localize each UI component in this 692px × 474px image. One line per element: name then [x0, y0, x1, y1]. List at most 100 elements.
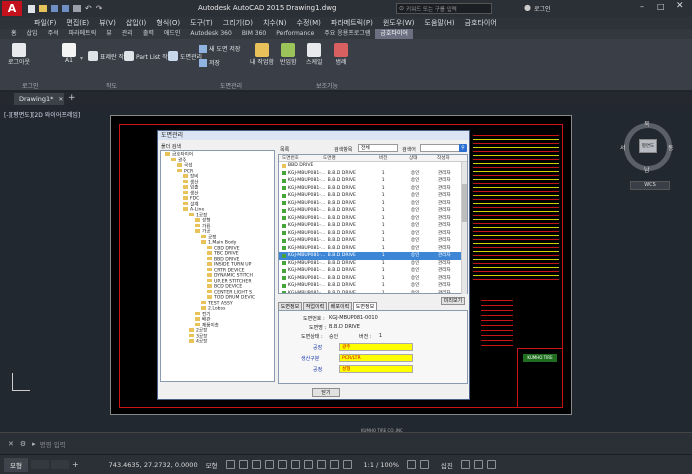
search-input[interactable]: 키워드 또는 구를 입력 — [406, 5, 457, 13]
table-row[interactable]: KGJ-MBUP081-... B.B.D DRIVE 1 승인 관리자 — [279, 252, 467, 260]
drawing-manager-button[interactable]: 도면관리 — [168, 51, 202, 61]
menu-parametric[interactable]: 파라메트릭(P) — [331, 18, 373, 28]
osnap-icon[interactable] — [277, 460, 287, 469]
table-row[interactable]: KGJ-MBUP081-... B.B.D DRIVE 1 승인 관리자 — [279, 260, 467, 268]
saveas-icon[interactable] — [62, 5, 69, 12]
lineweight-icon[interactable] — [303, 460, 313, 469]
table-row[interactable]: KGJ-MBUP081-... B.B.D DRIVE 1 승인 관리자 — [279, 222, 467, 230]
menu-tools[interactable]: 도구(T) — [190, 18, 213, 28]
save-button[interactable]: 저장 — [199, 58, 220, 67]
minimize-icon[interactable]: – — [640, 2, 644, 11]
logout-button[interactable]: 로그아웃 — [8, 43, 30, 66]
tab-view[interactable]: 뷰 — [101, 29, 117, 39]
tree-item[interactable]: 4공장 — [165, 339, 274, 345]
polar-icon[interactable] — [264, 460, 274, 469]
table-row[interactable]: KGJ-MBUP081-... B.B.D DRIVE 1 승인 관리자 — [279, 207, 467, 215]
viewcube-south[interactable]: 남 — [644, 165, 650, 174]
tab-kumho[interactable]: 금호타이어 — [375, 29, 413, 39]
table-row[interactable]: KGJ-MBUP081-... B.B.D DRIVE 1 승인 관리자 — [279, 282, 467, 290]
save-icon[interactable] — [51, 5, 58, 12]
menu-insert[interactable]: 삽입(I) — [126, 18, 146, 28]
table-row[interactable]: KGJ-MBUP081-... B.B.D DRIVE 1 승인 관리자 — [279, 200, 467, 208]
search-box[interactable]: ⊙ 키워드 또는 구를 입력 — [396, 3, 492, 14]
menu-kumho[interactable]: 금호타이어 — [465, 18, 497, 28]
units-label[interactable]: 십진 — [441, 460, 453, 470]
table-row[interactable]: KGJ-MBUP081-... B.B.D DRIVE 1 승인 관리자 — [279, 245, 467, 253]
tab-bim360[interactable]: BIM 360 — [237, 29, 271, 39]
workspace-icon[interactable] — [406, 460, 416, 469]
list-scroll-thumb[interactable] — [462, 184, 467, 222]
preview-button[interactable]: 미리보기 — [441, 297, 465, 305]
wrench-icon[interactable]: ⚙ — [20, 440, 26, 448]
layout-tab-layout1[interactable] — [30, 460, 49, 469]
table-row[interactable]: KGJ-MBUP081-... B.B.D DRIVE 1 승인 관리자 — [279, 275, 467, 283]
annotation-scale[interactable]: 1:1 / 100% — [364, 461, 399, 469]
close-icon[interactable]: ✕ — [58, 96, 63, 103]
table-row[interactable]: KGJ-MBUP081-... B.B.D DRIVE 1 승인 관리자 — [279, 215, 467, 223]
viewcube-face[interactable]: 평면도 — [639, 139, 657, 153]
viewcube-north[interactable]: 북 — [644, 119, 650, 128]
maximize-icon[interactable]: □ — [657, 2, 665, 11]
table-row[interactable]: KGJ-MBUP081-... B.B.D DRIVE 1 승인 관리자 — [279, 290, 467, 293]
col-drawing-no[interactable]: 도면번호 — [279, 155, 323, 161]
col-author[interactable]: 작성자 — [437, 155, 467, 161]
col-version[interactable]: 버전 — [379, 155, 409, 161]
annotation-visibility-icon[interactable] — [342, 460, 352, 469]
search-icon[interactable]: ⚲ — [459, 144, 467, 152]
wcs-button[interactable]: WCS — [630, 181, 670, 190]
layout-tab-model[interactable]: 모형 — [4, 457, 28, 472]
open-icon[interactable] — [39, 5, 47, 12]
legend-button[interactable]: 범례 — [334, 43, 348, 66]
menu-view[interactable]: 뷰(V) — [99, 18, 116, 28]
selection-cycle-icon[interactable] — [329, 460, 339, 469]
menu-dimension[interactable]: 치수(N) — [263, 18, 287, 28]
table-row[interactable]: KGJ-MBUP081-... B.B.D DRIVE 1 승인 관리자 — [279, 237, 467, 245]
table-row[interactable]: KGJ-MBUP081-... B.B.D DRIVE 1 승인 관리자 — [279, 192, 467, 200]
fullscreen-icon[interactable] — [473, 460, 483, 469]
import-box-button[interactable]: 반입함 — [280, 43, 297, 66]
menu-file[interactable]: 파일(F) — [34, 18, 56, 28]
undo-icon[interactable]: ↶ — [85, 4, 92, 13]
table-row[interactable]: KGJ-MBUP081-... B.B.D DRIVE 1 승인 관리자 — [279, 185, 467, 193]
table-row[interactable]: KGJ-MBUP081-... B.B.D DRIVE 1 승인 관리자 — [279, 267, 467, 275]
tab-output[interactable]: 출력 — [138, 29, 159, 39]
process-field[interactable]: 성형 — [339, 365, 413, 373]
plot-icon[interactable] — [73, 5, 81, 12]
menu-window[interactable]: 윈도우(W) — [383, 18, 415, 28]
group-row[interactable]: BBD DRIVE — [279, 162, 467, 170]
grid-icon[interactable] — [225, 460, 235, 469]
signin-label[interactable]: 로그인 — [534, 4, 551, 13]
tab-performance[interactable]: Performance — [271, 29, 319, 39]
search-by-select[interactable]: 전체 — [358, 144, 398, 152]
tab-annotate[interactable]: 주석 — [43, 29, 64, 39]
drawing-list[interactable]: 도면번호 도면명 버전 상태 작성자 BBD DRIVE KGJ-MBUP081… — [278, 154, 468, 294]
model-space-toggle[interactable]: 모형 — [206, 460, 218, 470]
viewcube-west[interactable]: 서 — [620, 143, 626, 152]
my-workspace-button[interactable]: 내 작업함 — [250, 43, 274, 66]
transparency-icon[interactable] — [316, 460, 326, 469]
save-new-drawing-button[interactable]: 새 도면 저장 — [199, 44, 240, 53]
customize-icon[interactable] — [486, 460, 496, 469]
viewport-controls[interactable]: [-][평면도][2D 와이어프레임] — [4, 110, 80, 119]
menu-modify[interactable]: 수정(M) — [297, 18, 321, 28]
new-icon[interactable] — [28, 4, 35, 13]
chevron-down-icon[interactable]: ▾ — [80, 55, 83, 62]
search-term-input[interactable] — [420, 144, 462, 152]
folder-tree[interactable]: 금호타이어 광주 곡성 PCR 장비 생산 입출 생산 FDC 설계 A-Line 1공장 성형 가류 가공… — [160, 150, 275, 382]
menu-edit[interactable]: 편집(E) — [66, 18, 89, 28]
command-input[interactable]: 명령 입력 — [40, 439, 66, 449]
layout-tab-layout2[interactable] — [50, 460, 69, 469]
tab-featured-apps[interactable]: 주요 응용프로그램 — [319, 29, 375, 39]
table-row[interactable]: KGJ-MBUP081-... B.B.D DRIVE 1 승인 관리자 — [279, 170, 467, 178]
ortho-icon[interactable] — [251, 460, 261, 469]
menu-format[interactable]: 형식(O) — [156, 18, 180, 28]
otrack-icon[interactable] — [290, 460, 300, 469]
production-type-field[interactable]: PCR/LTR — [339, 354, 413, 362]
redo-icon[interactable]: ↷ — [96, 4, 103, 13]
partlist-button[interactable]: Part List 작성 — [124, 51, 173, 61]
autocad-logo-icon[interactable]: A — [2, 1, 22, 16]
scale-button[interactable]: 스케일 — [306, 43, 323, 66]
tab-parametric[interactable]: 파라메트릭 — [64, 29, 102, 39]
close-icon[interactable]: ✕ — [676, 1, 684, 11]
tab-a360[interactable]: Autodesk 360 — [185, 29, 236, 39]
